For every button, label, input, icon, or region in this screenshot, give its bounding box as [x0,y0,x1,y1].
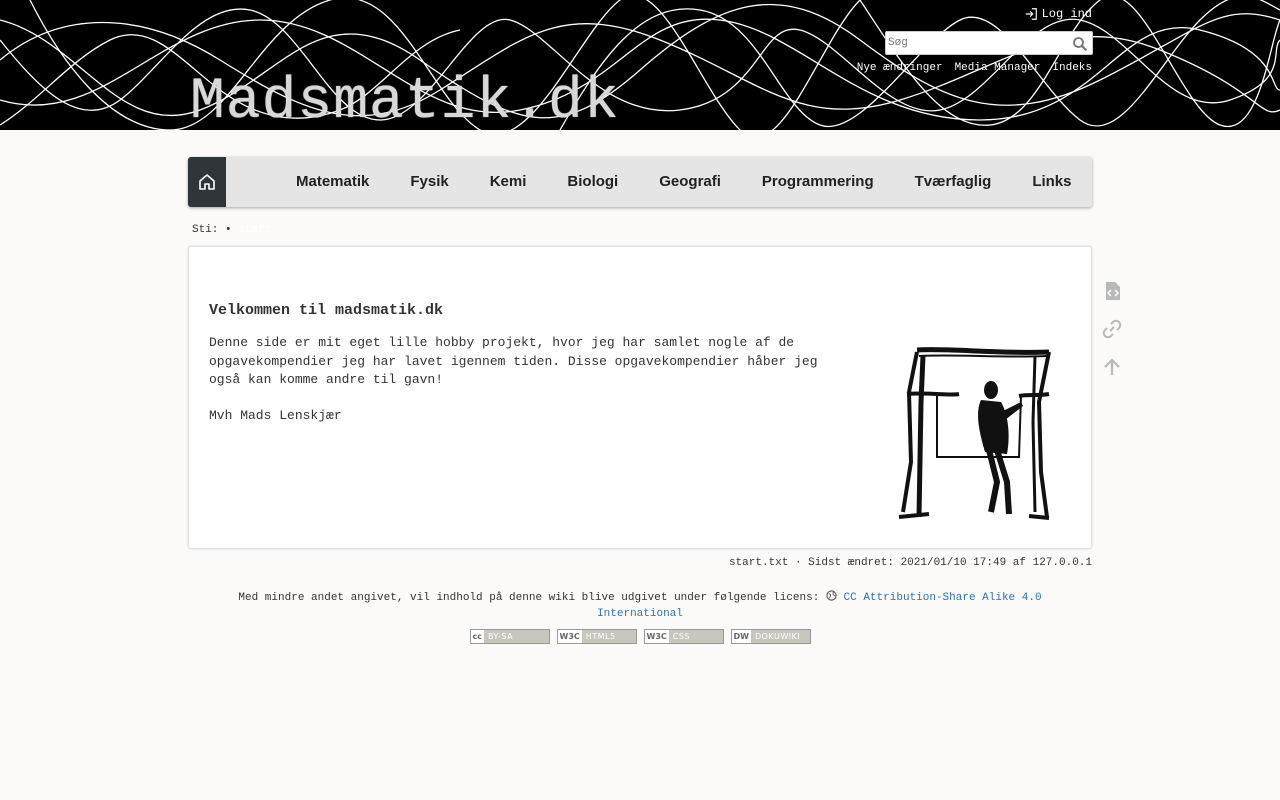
back-to-top-icon[interactable] [1101,356,1123,378]
nav-items: Matematik Fysik Kemi Biologi Geografi Pr… [276,157,1093,207]
page-content: Velkommen til madsmatik.dk Denne side er… [188,246,1092,549]
globe-icon [826,590,837,601]
breadcrumb-label: Sti: [192,224,219,236]
breadcrumb-separator: • [225,224,232,236]
home-button[interactable] [188,157,226,207]
breadcrumb: Sti: • start [192,224,271,236]
home-icon [198,174,215,190]
tool-recent-changes[interactable]: Nye ændringer [857,62,943,74]
badge-w3c-css[interactable]: W3C CSS [643,629,724,644]
nav-item-kemi[interactable]: Kemi [469,157,547,207]
footer-badges: cc BY-SA W3C HTML5 W3C CSS DW DOKUWIKI [0,629,1280,644]
nav-item-matematik[interactable]: Matematik [276,157,390,207]
nav-item-links[interactable]: Links [1012,157,1092,207]
search-icon[interactable] [1072,36,1088,52]
nav-item-tvaerfaglig[interactable]: Tværfaglig [894,157,1012,207]
site-header: Madsmatik.dk Log ind Nye ændringer Media… [0,0,1280,130]
tool-media-manager[interactable]: Media Manager [955,62,1041,74]
login-label: Log ind [1041,7,1092,21]
badge-dokuwiki[interactable]: DW DOKUWIKI [730,629,811,644]
doc-info: start.txt · Sidst ændret: 2021/01/10 17:… [728,557,1092,569]
breadcrumb-current[interactable]: start [238,224,271,236]
badge-cc-by-sa[interactable]: cc BY-SA [469,629,550,644]
license-text: Med mindre andet angivet, vil indhold på… [238,592,820,604]
login-icon [1025,8,1037,20]
nav-item-biologi[interactable]: Biologi [547,157,639,207]
search-input[interactable] [888,35,1068,51]
page-heading: Velkommen til madsmatik.dk [209,302,444,319]
site-tools: Nye ændringer Media Manager Indeks [857,62,1092,74]
badge-w3c-html5[interactable]: W3C HTML5 [556,629,637,644]
nav-item-programmering[interactable]: Programmering [741,157,894,207]
drawing-figure-image [898,347,1051,520]
site-title[interactable]: Madsmatik.dk [190,72,620,131]
license-notice: Med mindre andet angivet, vil indhold på… [188,590,1092,622]
search-box [885,31,1093,55]
backlinks-icon[interactable] [1101,318,1123,340]
login-link[interactable]: Log ind [1024,7,1092,21]
show-source-icon[interactable] [1101,280,1123,302]
tool-index[interactable]: Indeks [1052,62,1092,74]
signature: Mvh Mads Lenskjær [209,408,342,423]
main-nav: Matematik Fysik Kemi Biologi Geografi Pr… [188,157,1092,207]
nav-item-fysik[interactable]: Fysik [390,157,469,207]
nav-item-geografi[interactable]: Geografi [639,157,742,207]
intro-paragraph: Denne side er mit eget lille hobby proje… [209,335,818,387]
